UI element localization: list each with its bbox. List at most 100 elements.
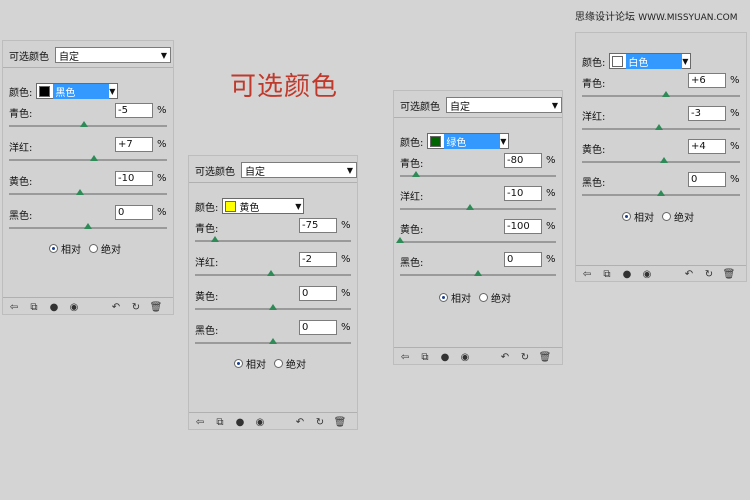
slider-thumb[interactable] [89,155,98,161]
relative-option[interactable]: 相对 [234,356,266,371]
slider-value-input[interactable]: 0 [299,286,337,301]
visibility-icon[interactable]: ● [438,351,452,363]
back-arrow-icon[interactable]: ⇦ [193,416,207,428]
color-label: 颜色: [195,202,219,214]
clip-layer-icon[interactable]: ⧉ [600,269,614,281]
slider-value-input[interactable]: +4 [688,139,726,154]
slider-track[interactable] [400,175,556,177]
slider-thumb[interactable] [661,91,670,97]
clip-layer-icon[interactable]: ⧉ [27,301,41,313]
radio-relative[interactable] [234,359,243,368]
back-arrow-icon[interactable]: ⇦ [580,269,594,281]
slider-thumb[interactable] [474,270,482,276]
visibility-icon[interactable]: ● [620,269,634,281]
slider-value-input[interactable]: +6 [688,73,726,88]
toolbar-spacer [87,301,109,313]
back-arrow-icon[interactable]: ⇦ [7,301,21,313]
view-previous-icon[interactable]: ◉ [640,269,654,281]
slider-value-input[interactable]: -100 [504,219,542,234]
absolute-option[interactable]: 绝对 [662,209,694,224]
slider-value-input[interactable]: +7 [115,137,153,152]
slider-value-input[interactable]: -2 [299,252,337,267]
absolute-option[interactable]: 绝对 [274,356,306,371]
relative-option[interactable]: 相对 [622,209,654,224]
slider-value-input[interactable]: 0 [299,320,337,335]
slider-value-input[interactable]: 0 [504,252,542,267]
radio-absolute[interactable] [89,244,98,253]
slider-label: 青色: [400,159,424,170]
slider-row: 青色: -5 % [9,103,167,131]
preset-dropdown[interactable]: 自定 ▼ [55,47,171,63]
reset-icon[interactable]: ↶ [498,351,512,363]
radio-relative[interactable] [49,244,58,253]
radio-absolute[interactable] [662,212,671,221]
slider-value-input[interactable]: -75 [299,218,337,233]
trash-icon[interactable]: 🗑 [722,269,736,281]
slider-thumb[interactable] [654,124,663,130]
refresh-icon[interactable]: ↻ [518,351,532,363]
radio-absolute[interactable] [274,359,283,368]
preset-dropdown[interactable]: 自定 ▼ [446,97,562,113]
color-dropdown[interactable]: 黄色 ▼ [222,198,305,214]
color-dropdown[interactable]: 绿色 ▼ [427,133,510,149]
view-previous-icon[interactable]: ◉ [458,351,472,363]
slider-thumb[interactable] [411,171,420,177]
clip-layer-icon[interactable]: ⧉ [213,416,227,428]
header-label: 可选颜色 [400,101,440,113]
slider-thumb[interactable] [396,237,404,243]
slider-thumb[interactable] [267,270,276,276]
slider-thumb[interactable] [269,304,277,310]
clip-layer-icon[interactable]: ⧉ [418,351,432,363]
trash-icon[interactable]: 🗑 [149,301,163,313]
color-name: 黑色 [53,83,110,99]
absolute-option[interactable]: 绝对 [89,241,121,256]
refresh-icon[interactable]: ↻ [313,416,327,428]
slider-track[interactable] [9,193,167,195]
slider-value-input[interactable]: 0 [115,205,153,220]
radio-relative[interactable] [439,293,448,302]
reset-icon[interactable]: ↶ [293,416,307,428]
slider-value-input[interactable]: -80 [504,153,542,168]
radio-absolute[interactable] [479,293,488,302]
trash-icon[interactable]: 🗑 [538,351,552,363]
slider-track[interactable] [9,125,167,127]
slider-value-input[interactable]: -10 [504,186,542,201]
slider-thumb[interactable] [84,223,92,229]
visibility-icon[interactable]: ● [233,416,247,428]
slider-thumb[interactable] [210,236,219,242]
slider-value-input[interactable]: -10 [115,171,153,186]
method-radio-group: 相对 绝对 [49,241,129,256]
reset-icon[interactable]: ↶ [109,301,123,313]
refresh-icon[interactable]: ↻ [129,301,143,313]
color-dropdown[interactable]: 黑色 ▼ [36,83,119,99]
visibility-icon[interactable]: ● [47,301,61,313]
reset-icon[interactable]: ↶ [682,269,696,281]
slider-thumb[interactable] [269,338,277,344]
slider-thumb[interactable] [80,121,88,127]
slider-thumb[interactable] [657,190,665,196]
slider-value-input[interactable]: 0 [688,172,726,187]
slider-thumb[interactable] [76,189,85,195]
slider-value-input[interactable]: -3 [688,106,726,121]
color-name: 白色 [626,53,683,69]
slider-track[interactable] [400,241,556,243]
view-previous-icon[interactable]: ◉ [67,301,81,313]
trash-icon[interactable]: 🗑 [333,416,347,428]
slider-thumb[interactable] [660,157,669,163]
relative-option[interactable]: 相对 [49,241,81,256]
absolute-label: 绝对 [101,245,121,256]
radio-relative[interactable] [622,212,631,221]
relative-option[interactable]: 相对 [439,290,471,305]
slider-track[interactable] [400,208,556,210]
view-previous-icon[interactable]: ◉ [253,416,267,428]
color-dropdown[interactable]: 白色 ▼ [609,53,692,69]
refresh-icon[interactable]: ↻ [702,269,716,281]
color-swatch [430,135,442,147]
slider-track[interactable] [9,159,167,161]
slider-value-input[interactable]: -5 [115,103,153,118]
absolute-option[interactable]: 绝对 [479,290,511,305]
back-arrow-icon[interactable]: ⇦ [398,351,412,363]
slider-thumb[interactable] [466,204,475,210]
preset-dropdown[interactable]: 自定 ▼ [241,162,357,178]
percent-label: % [341,322,351,333]
